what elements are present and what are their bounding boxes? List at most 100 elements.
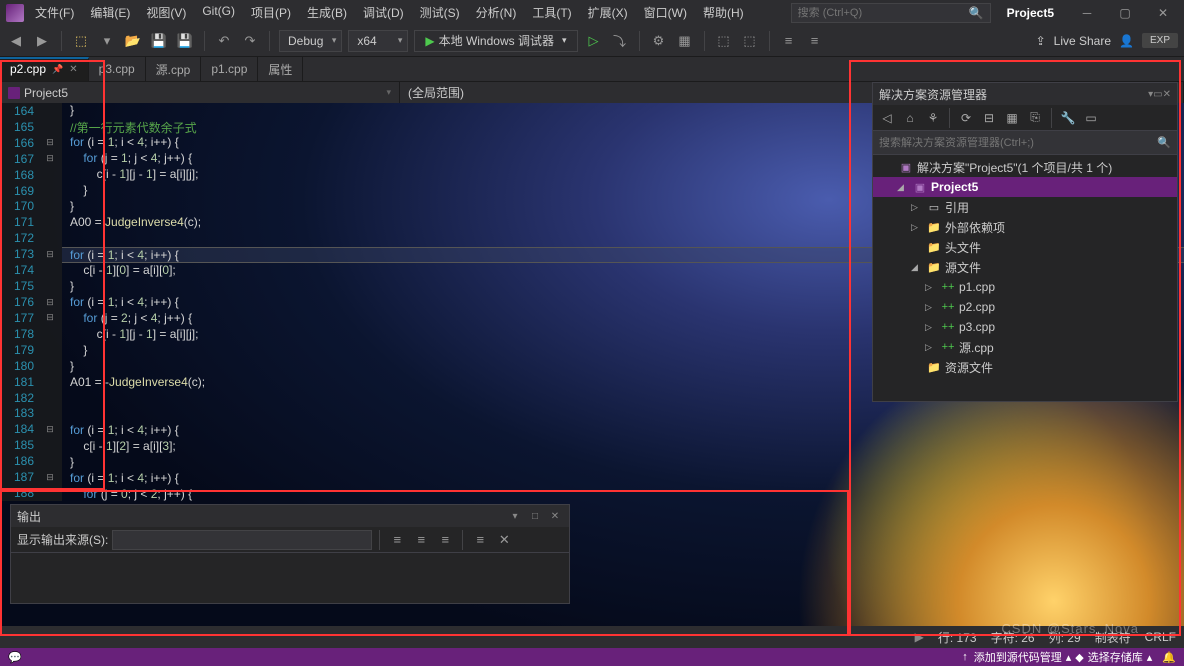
editor-tab[interactable]: p3.cpp	[89, 57, 146, 81]
tree-item[interactable]: 📁头文件	[873, 237, 1177, 257]
output-source-combo[interactable]	[112, 530, 372, 550]
tool-icon[interactable]: ⚙	[649, 31, 669, 51]
menu-item[interactable]: 扩展(X)	[581, 1, 635, 24]
tree-item[interactable]: ▷📁外部依赖项	[873, 217, 1177, 237]
feedback-icon[interactable]: 💬	[8, 651, 22, 664]
run-debugger-button[interactable]: ▶ 本地 Windows 调试器 ▾	[414, 30, 577, 52]
save-icon[interactable]: 💾	[149, 31, 169, 51]
tool2-icon[interactable]: ▦	[675, 31, 695, 51]
code-line[interactable]	[62, 407, 1184, 423]
sol-refresh-icon[interactable]: ⟳	[956, 108, 976, 128]
add-source-control[interactable]: 添加到源代码管理	[974, 649, 1062, 665]
undo-icon[interactable]: ↶	[214, 31, 234, 51]
sol-showall-icon[interactable]: ▦	[1002, 108, 1022, 128]
code-line[interactable]: for (j = 0; j < 2; j++) {	[62, 487, 1184, 503]
tree-item[interactable]: ▷++p3.cpp	[873, 317, 1177, 337]
select-repo[interactable]: 选择存储库	[1088, 649, 1143, 665]
solution-tree[interactable]: ▣解决方案"Project5"(1 个项目/共 1 个)◢▣Project5▷▭…	[873, 155, 1177, 379]
out-clear-icon[interactable]: ✕	[494, 530, 514, 550]
platform-combo[interactable]: x64	[348, 30, 408, 52]
menu-item[interactable]: 调试(D)	[356, 1, 411, 24]
pin-icon[interactable]: 📌	[52, 64, 63, 75]
menu-item[interactable]: Git(G)	[195, 1, 242, 24]
editor-tab[interactable]: 属性	[258, 57, 303, 81]
sol-view-icon[interactable]: ▭	[1081, 108, 1101, 128]
fold-icon[interactable]: ⊟	[40, 297, 60, 308]
menu-item[interactable]: 生成(B)	[300, 1, 354, 24]
tree-item[interactable]: 📁资源文件	[873, 357, 1177, 377]
fold-icon[interactable]: ⊟	[40, 312, 60, 323]
menu-item[interactable]: 测试(S)	[413, 1, 467, 24]
tool5-icon[interactable]: ≡	[779, 31, 799, 51]
open-icon[interactable]: 📂	[123, 31, 143, 51]
sol-home-icon[interactable]: ⌂	[900, 108, 920, 128]
minimize-button[interactable]: ─	[1072, 3, 1102, 23]
menu-item[interactable]: 帮助(H)	[696, 1, 751, 24]
context-project[interactable]: Project5	[0, 82, 400, 103]
step-icon[interactable]: ⤵	[610, 31, 630, 51]
maximize-button[interactable]: ▢	[1110, 3, 1140, 23]
sol-prop-icon[interactable]: 🔧	[1058, 108, 1078, 128]
sol-sync-icon[interactable]: ⚘	[923, 108, 943, 128]
config-combo[interactable]: Debug	[279, 30, 342, 52]
tool6-icon[interactable]: ≡	[805, 31, 825, 51]
sol-close-icon[interactable]: ✕	[1163, 89, 1171, 100]
menu-item[interactable]: 分析(N)	[469, 1, 524, 24]
menu-item[interactable]: 文件(F)	[28, 1, 81, 24]
editor-tab[interactable]: 源.cpp	[146, 57, 202, 81]
solution-search[interactable]: 🔍	[873, 131, 1177, 155]
menu-item[interactable]: 窗口(W)	[637, 1, 694, 24]
global-search[interactable]: 🔍	[791, 3, 991, 23]
out-tool3-icon[interactable]: ≡	[435, 530, 455, 550]
bell-icon[interactable]: 🔔	[1162, 651, 1176, 664]
tree-item[interactable]: ◢📁源文件	[873, 257, 1177, 277]
close-button[interactable]: ✕	[1148, 3, 1178, 23]
solution-search-input[interactable]	[879, 137, 1157, 149]
menu-item[interactable]: 工具(T)	[525, 1, 578, 24]
sol-collapse-icon[interactable]: ⊟	[979, 108, 999, 128]
fold-icon[interactable]: ⊟	[40, 472, 60, 483]
fold-icon[interactable]: ⊟	[40, 137, 60, 148]
out-tool4-icon[interactable]: ≡	[470, 530, 490, 550]
sol-copy-icon[interactable]: ⎘	[1025, 108, 1045, 128]
close-icon[interactable]: ✕	[69, 64, 77, 75]
new-project-icon[interactable]: ⬚	[71, 31, 91, 51]
tree-item[interactable]: ▷++p1.cpp	[873, 277, 1177, 297]
scroll-icon[interactable]: ▶	[915, 630, 924, 644]
global-search-input[interactable]	[798, 7, 969, 19]
sol-pin-icon[interactable]: ▭	[1153, 89, 1162, 100]
live-share-label[interactable]: Live Share	[1054, 34, 1111, 48]
live-share-icon[interactable]: ⇪	[1036, 34, 1046, 48]
tree-item[interactable]: ◢▣Project5	[873, 177, 1177, 197]
start-icon[interactable]: ▷	[584, 31, 604, 51]
sol-back-icon[interactable]: ◁	[877, 108, 897, 128]
out-tool2-icon[interactable]: ≡	[411, 530, 431, 550]
redo-icon[interactable]: ↷	[240, 31, 260, 51]
nav-back-icon[interactable]: ◀	[6, 31, 26, 51]
tool3-icon[interactable]: ⬚	[714, 31, 734, 51]
nav-fwd-icon[interactable]: ▶	[32, 31, 52, 51]
tree-item[interactable]: ▷++p2.cpp	[873, 297, 1177, 317]
menu-item[interactable]: 编辑(E)	[83, 1, 137, 24]
user-icon[interactable]: 👤	[1119, 34, 1134, 48]
fold-icon[interactable]: ⊟	[40, 153, 60, 164]
tree-item[interactable]: ▷▭引用	[873, 197, 1177, 217]
fold-icon[interactable]: ⊟	[40, 424, 60, 435]
menu-item[interactable]: 项目(P)	[244, 1, 298, 24]
code-line[interactable]: }	[62, 455, 1184, 471]
fold-icon[interactable]: ⊟	[40, 249, 60, 260]
code-line[interactable]: for (i = 1; i < 4; i++) {	[62, 423, 1184, 439]
code-line[interactable]: for (i = 1; i < 4; i++) {	[62, 471, 1184, 487]
tree-item[interactable]: ▣解决方案"Project5"(1 个项目/共 1 个)	[873, 157, 1177, 177]
editor-tab[interactable]: p1.cpp	[201, 57, 258, 81]
output-close-icon[interactable]: ✕	[547, 511, 563, 522]
output-max-icon[interactable]: □	[527, 511, 543, 522]
output-dropdown-icon[interactable]: ▾	[507, 511, 523, 522]
editor-tab[interactable]: p2.cpp📌✕	[0, 57, 89, 81]
save-all-icon[interactable]: 💾	[175, 31, 195, 51]
tree-item[interactable]: ▷++源.cpp	[873, 337, 1177, 357]
repo-icon[interactable]: ◆	[1075, 651, 1083, 664]
tool4-icon[interactable]: ⬚	[740, 31, 760, 51]
dropdown-icon[interactable]: ▾	[97, 31, 117, 51]
code-line[interactable]: c[i - 1][2] = a[i][3];	[62, 439, 1184, 455]
